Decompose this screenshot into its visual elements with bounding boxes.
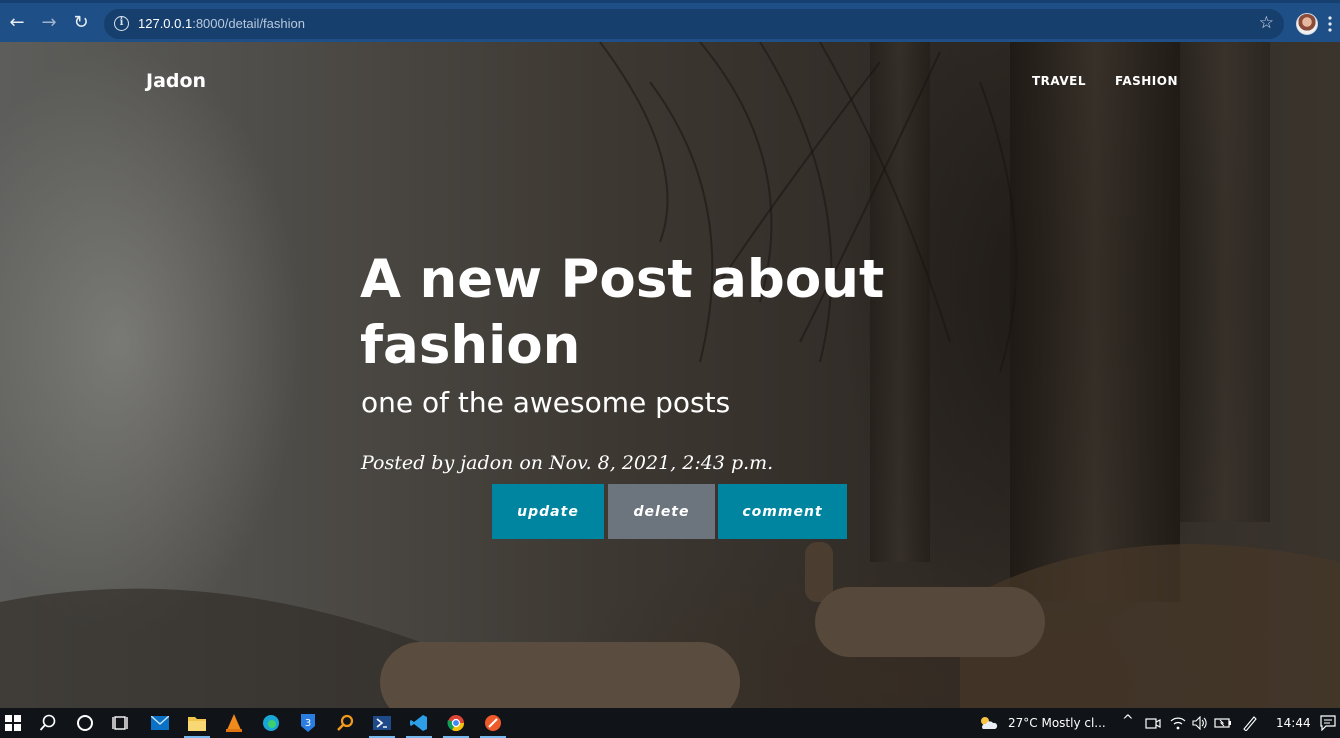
file-explorer-icon[interactable] [187,713,207,733]
search-icon[interactable] [38,713,58,733]
app-3-icon[interactable]: 3 [298,713,318,733]
nav-link-fashion[interactable]: FASHION [1115,74,1178,88]
chevron-up-icon[interactable]: ^ [1122,713,1134,729]
site-brand[interactable]: Jadon [146,70,206,92]
comment-button[interactable]: comment [718,484,847,539]
cortana-icon[interactable] [75,713,95,733]
task-view-icon[interactable] [111,713,131,733]
wifi-icon[interactable] [1168,713,1188,733]
back-arrow-icon[interactable]: ← [6,12,28,34]
post-header: Jadon TRAVEL FASHION A new Post about fa… [0,42,1340,708]
post-subtitle: one of the awesome posts [361,386,731,419]
url-text[interactable]: 127.0.0.1:8000/detail/fashion [138,16,305,31]
menu-icon[interactable] [1328,15,1332,33]
deer-body [380,642,740,708]
info-icon[interactable]: i [114,16,129,31]
battery-icon[interactable] [1213,713,1233,733]
deer-body [815,587,1045,657]
reload-icon[interactable]: ↻ [70,12,92,34]
post-title: A new Post about fashion [360,249,885,376]
svg-text:3: 3 [305,718,311,729]
mail-icon[interactable] [150,713,170,733]
star-icon[interactable]: ☆ [1259,13,1274,33]
clock-time[interactable]: 14:44 [1276,716,1311,730]
vscode-icon[interactable] [409,713,429,733]
notifications-icon[interactable] [1318,713,1338,733]
browser-toolbar: ← → ↻ i 127.0.0.1:8000/detail/fashion ☆ [0,0,1340,42]
delete-button[interactable]: delete [608,484,715,539]
taskbar: 3 27°C Mostly cl... ^ 14:44 [0,708,1340,738]
edge-icon[interactable] [261,713,281,733]
update-button[interactable]: update [492,484,604,539]
vlc-icon[interactable] [224,713,244,733]
profile-avatar[interactable] [1296,13,1318,35]
forward-arrow-icon[interactable]: → [38,12,60,34]
weather-text[interactable]: 27°C Mostly cl... [1008,716,1106,730]
url-host: 127.0.0.1 [138,16,193,31]
url-path: :8000/detail/fashion [192,16,305,31]
meet-now-icon[interactable] [1143,713,1163,733]
search-app-icon[interactable] [335,713,355,733]
pen-icon[interactable] [1240,713,1260,733]
powershell-icon[interactable] [372,713,392,733]
start-icon[interactable] [3,713,23,733]
post-meta: Posted by jadon on Nov. 8, 2021, 2:43 p.… [361,452,774,474]
volume-icon[interactable] [1190,713,1210,733]
nav-link-travel[interactable]: TRAVEL [1032,74,1086,88]
chrome-icon[interactable] [446,713,466,733]
address-bar[interactable]: i 127.0.0.1:8000/detail/fashion ☆ [104,9,1284,39]
weather-icon[interactable] [978,713,998,733]
app-red-icon[interactable] [483,713,503,733]
